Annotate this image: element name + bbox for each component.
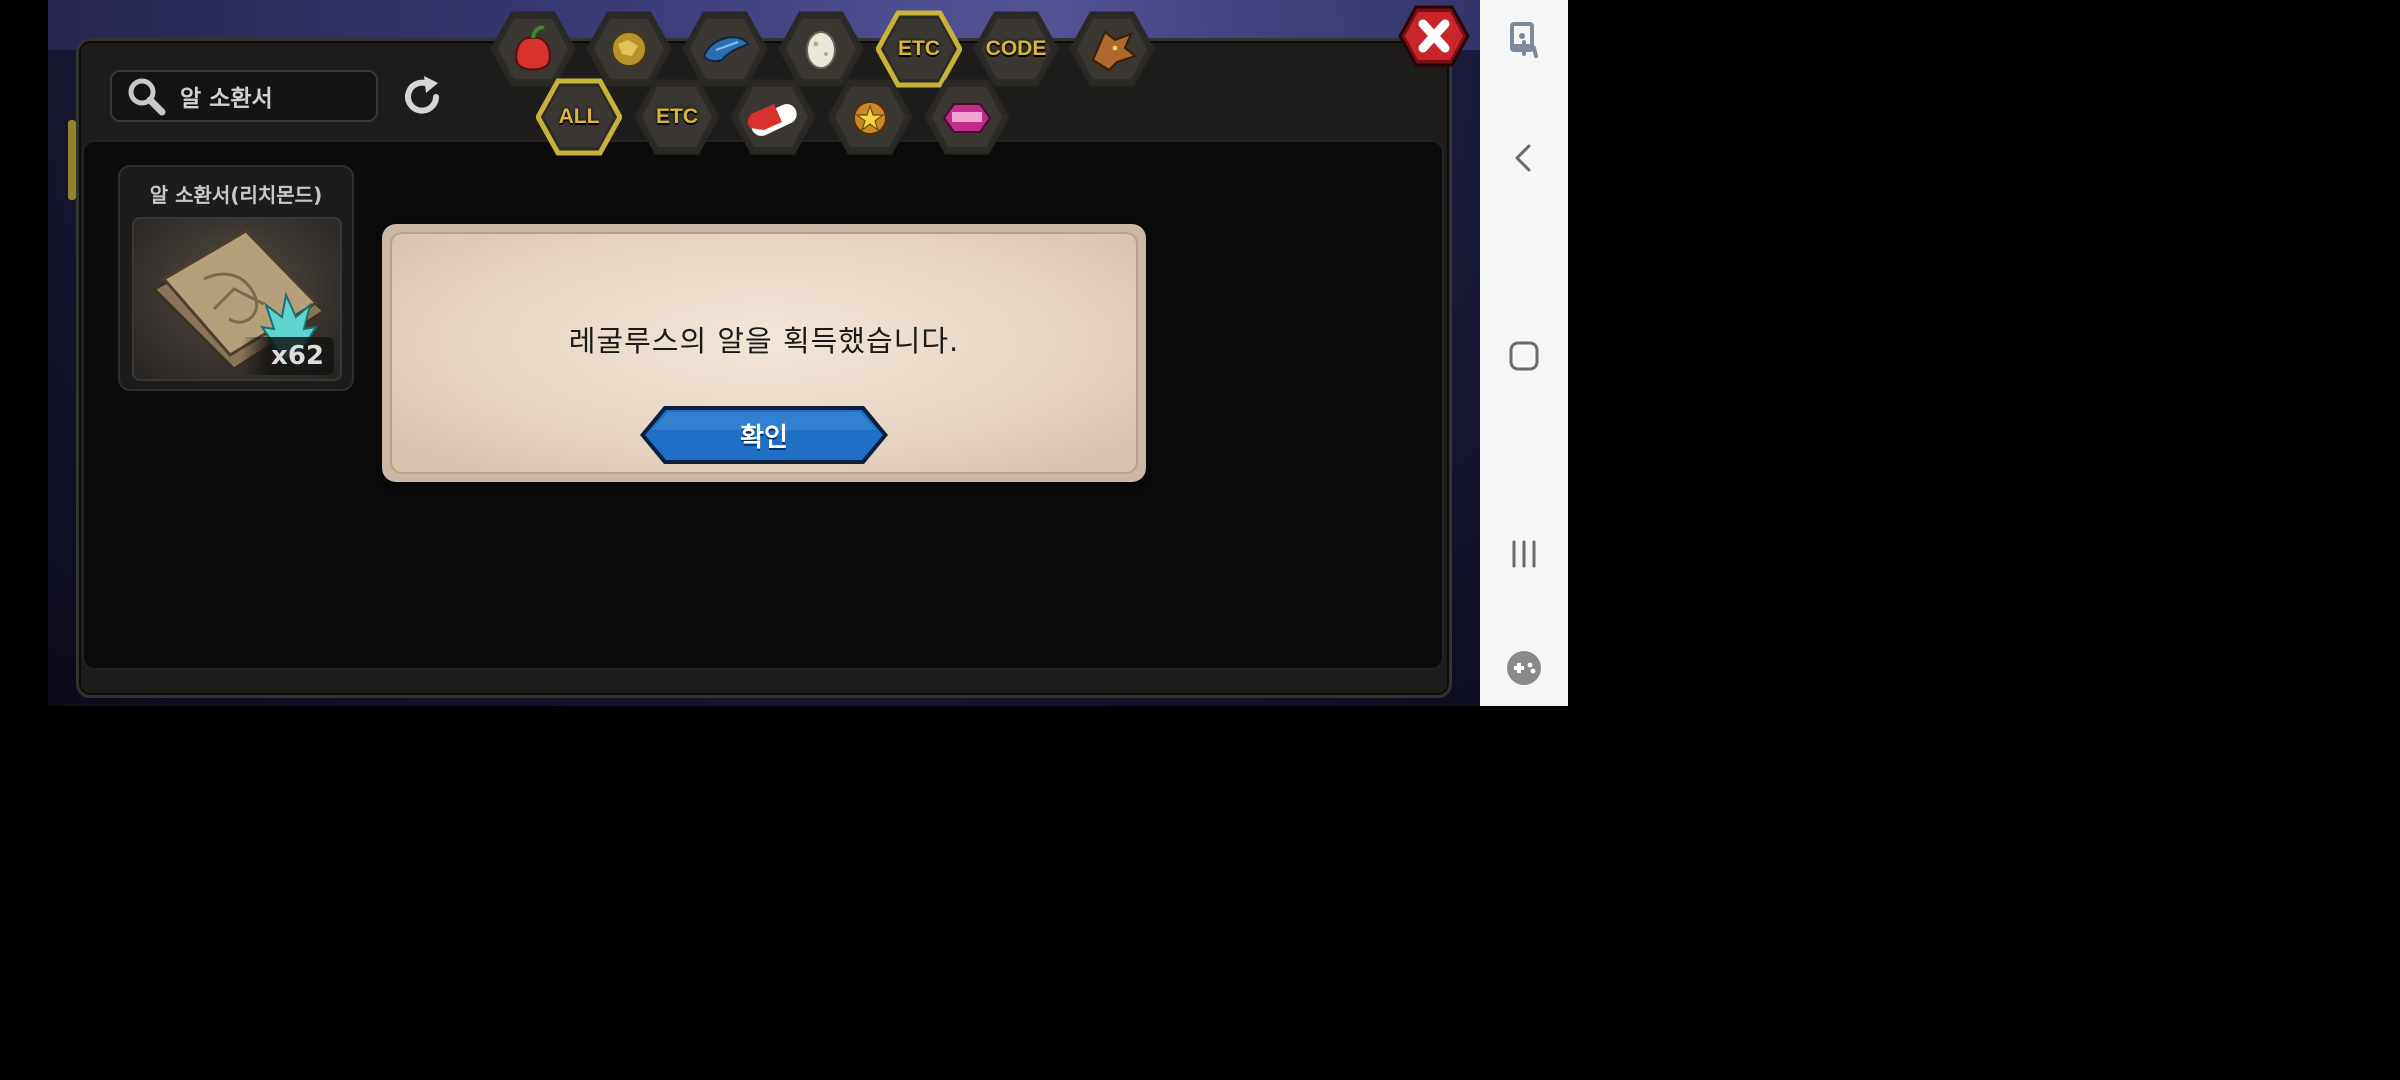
tab-bottom-etc[interactable]: ETC bbox=[634, 78, 720, 156]
egg-icon bbox=[806, 31, 836, 69]
game-tools-button[interactable] bbox=[1496, 640, 1552, 696]
game-tools-icon bbox=[1507, 651, 1541, 685]
tab-top-fruit[interactable] bbox=[490, 10, 576, 88]
tab-top-code[interactable]: CODE bbox=[973, 10, 1059, 88]
dialog-message: 레굴루스의 알을 획득했습니다. bbox=[568, 324, 960, 358]
gift-box-icon bbox=[942, 103, 992, 133]
touch-lock-icon bbox=[1510, 22, 1538, 58]
tab-label: ETC bbox=[656, 105, 698, 128]
tab-top-egg[interactable] bbox=[778, 10, 864, 88]
back-button[interactable] bbox=[1496, 130, 1552, 186]
back-icon bbox=[1515, 144, 1531, 172]
background-glow bbox=[68, 120, 76, 200]
confirm-label: 확인 bbox=[740, 422, 788, 453]
system-nav-bar bbox=[1480, 0, 1568, 706]
tab-bottom-capsule[interactable] bbox=[730, 78, 816, 156]
tab-bottom-all[interactable]: ALL bbox=[536, 78, 622, 156]
tab-label: ETC bbox=[898, 37, 940, 60]
gold-ore-icon bbox=[611, 31, 647, 67]
recents-icon bbox=[1512, 540, 1536, 568]
search-input[interactable]: 알 소환서 bbox=[180, 79, 273, 113]
tab-top-scale[interactable] bbox=[682, 10, 768, 88]
star-medal-icon bbox=[853, 101, 887, 135]
tab-bottom-gift[interactable] bbox=[924, 78, 1010, 156]
summon-scroll-icon: x62 bbox=[132, 217, 342, 381]
recents-button[interactable] bbox=[1496, 526, 1552, 582]
tab-bottom-medal[interactable] bbox=[827, 78, 913, 156]
item-count: x62 bbox=[241, 337, 334, 375]
tab-label: ALL bbox=[558, 105, 600, 128]
touch-lock-button[interactable] bbox=[1496, 10, 1552, 66]
search-box[interactable]: 알 소환서 bbox=[110, 70, 378, 122]
confirm-button[interactable]: 확인 bbox=[638, 404, 890, 466]
search-icon bbox=[128, 78, 166, 116]
close-icon[interactable] bbox=[1398, 4, 1470, 68]
tab-label: CODE bbox=[985, 37, 1047, 60]
item-card[interactable]: 알 소환서(리치몬드) x62 bbox=[118, 165, 354, 391]
item-name: 알 소환서(리치몬드) bbox=[149, 183, 323, 207]
home-icon bbox=[1509, 341, 1539, 371]
tab-top-ore[interactable] bbox=[586, 10, 672, 88]
refresh-icon[interactable] bbox=[398, 73, 446, 121]
tab-top-dragon[interactable] bbox=[1069, 10, 1155, 88]
home-button[interactable] bbox=[1496, 328, 1552, 384]
game-screen: 알 소환서 ETC CODE ALL ETC 알 소환서(리치몬드) x62 레… bbox=[0, 0, 1568, 706]
tab-top-etc[interactable]: ETC bbox=[876, 10, 962, 88]
